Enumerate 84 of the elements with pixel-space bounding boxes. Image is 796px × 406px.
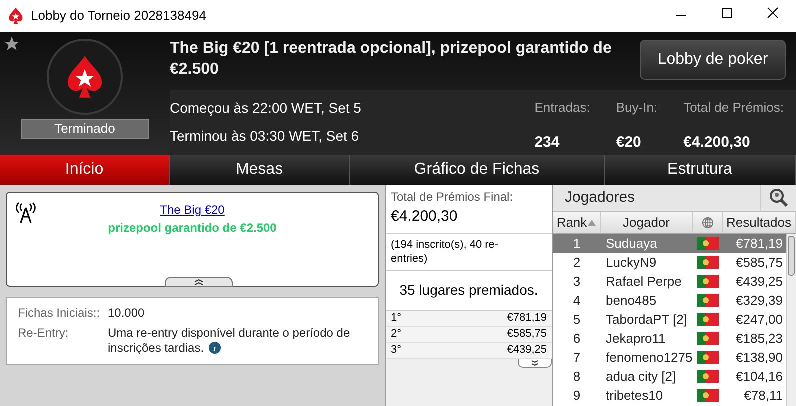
entries-note: (194 inscrito(s), 40 re-entries) (386, 234, 552, 270)
result-cell-text: €138,90 (735, 348, 784, 367)
player-name: Suduaya (605, 234, 658, 253)
result-cell-text: €329,39 (735, 292, 784, 310)
stat-value: €20 (616, 132, 642, 152)
guarantee-text: prizepool garantido de €2.500 (108, 220, 277, 237)
player-row[interactable]: 1 Suduaya €781,19 (553, 234, 786, 253)
rank-cell-text: 4 (572, 292, 582, 310)
favorite-star-icon[interactable] (4, 36, 20, 52)
broadcast-tower-icon (16, 202, 36, 224)
column-header[interactable]: Jogador (601, 212, 693, 233)
portugal-flag-icon (697, 351, 719, 364)
result-cell-text: €78,11 (743, 386, 784, 405)
result-cell-text: €585,75 (735, 254, 784, 272)
column-header[interactable]: Resultados (723, 212, 796, 233)
globe-icon (702, 216, 714, 228)
search-icon (768, 188, 788, 208)
tab[interactable]: Mesas (170, 155, 350, 185)
portugal-flag-icon (697, 370, 719, 383)
tab[interactable]: Gráfico de Fichas (350, 155, 605, 185)
player-name: beno485 (605, 292, 658, 310)
player-name: Jekapro11 (605, 330, 667, 348)
rank-cell-text: 1 (572, 234, 582, 253)
sort-arrow-icon (588, 220, 596, 226)
result-cell-text: €185,23 (735, 330, 784, 348)
tournament-title: The Big €20 [1 reentrada opcional], prizepool garantido de €2.500 (170, 39, 613, 80)
final-prize-total: €4.200,30 (391, 207, 459, 227)
stat-value: 234 (534, 132, 560, 152)
rank-cell-text: 7 (572, 348, 582, 367)
status-ribbon: Terminado (21, 119, 149, 139)
final-prize-label: Total de Prémios Final: (391, 189, 514, 206)
paid-places: 35 lugares premiados. (386, 270, 552, 310)
rank-cell-text: 8 (572, 368, 582, 386)
result-cell-text: €439,25 (735, 272, 784, 291)
result-cell-text: €104,16 (735, 368, 784, 386)
tab[interactable]: Início (0, 155, 170, 185)
players-title: Jogadores (564, 188, 636, 208)
player-name: adua city [2] (605, 368, 678, 386)
tab[interactable]: Estrutura (605, 155, 796, 185)
tournament-link[interactable]: The Big €20 (160, 201, 225, 219)
end-time: Terminou às 03:30 WET, Set 6 (170, 127, 360, 146)
payout-place: 3° (391, 342, 402, 358)
info-value: Uma re-entry disponível durante o período de inscrições tardias. (108, 326, 352, 356)
player-name: LuckyN9 (605, 254, 658, 272)
info-value: 10.000 (108, 306, 145, 321)
stat-label: Entradas: (534, 99, 590, 117)
start-time: Começou às 22:00 WET, Set 5 (170, 98, 362, 118)
portugal-flag-icon (697, 275, 719, 288)
portugal-flag-icon (697, 313, 719, 326)
poker-lobby-button[interactable]: Lobby de poker (640, 40, 786, 80)
double-chevron-up-icon (194, 278, 204, 286)
payout-amount: €439,25 (507, 342, 547, 358)
info-label: Fichas Iniciais:: (18, 306, 102, 321)
payout-amount: €781,19 (507, 310, 547, 326)
portugal-flag-icon (697, 237, 719, 250)
rank-cell-text: 5 (572, 310, 582, 329)
result-cell-text: €247,00 (735, 310, 784, 329)
portugal-flag-icon (697, 389, 719, 402)
player-name: tribetes10 (605, 386, 664, 405)
payout-place: 1° (391, 310, 402, 326)
rank-cell-text: 9 (572, 386, 582, 405)
stat-value: €4.200,30 (684, 132, 750, 152)
scrollbar[interactable] (786, 234, 796, 406)
portugal-flag-icon (697, 294, 719, 307)
portugal-flag-icon (697, 332, 719, 345)
rank-cell-text: 6 (572, 330, 582, 348)
rank-cell-text: 3 (572, 272, 582, 291)
double-chevron-down-icon (531, 360, 539, 366)
payout-amount: €585,75 (507, 326, 547, 342)
info-icon[interactable] (209, 342, 222, 354)
player-name: Rafael Perpe (605, 272, 683, 291)
collapse-tab[interactable] (165, 277, 233, 287)
stat-label: Buy-In: (616, 99, 658, 117)
result-cell-text: €781,19 (735, 234, 784, 253)
rank-cell-text: 2 (572, 254, 582, 272)
info-label: Re-Entry: (18, 326, 70, 342)
stat-label: Total de Prémios: (684, 99, 784, 117)
column-header[interactable]: Rank (553, 212, 601, 233)
window-title: Lobby do Torneio 2028138494 (31, 7, 206, 26)
app-logo-icon (8, 7, 24, 25)
player-name: TabordaPT [2] (605, 310, 688, 329)
payout-place: 2° (391, 326, 402, 342)
portugal-flag-icon (697, 256, 719, 269)
player-name: fenomeno1275 (605, 348, 693, 367)
